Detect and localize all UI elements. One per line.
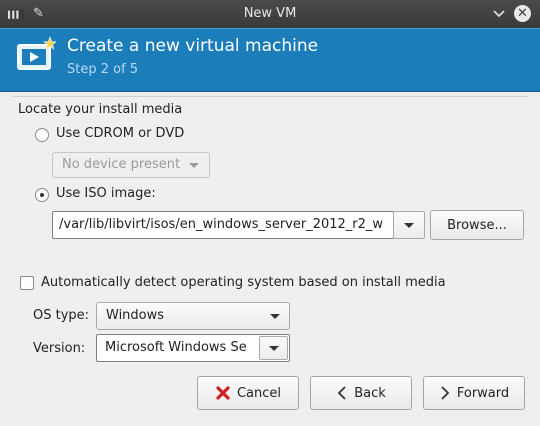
new-vm-window: ▌▌▌ ✎ New VM ✕ Create a new virtual mach… bbox=[0, 0, 540, 426]
forward-label: Forward bbox=[456, 385, 510, 401]
wizard-step: Step 2 of 5 bbox=[67, 62, 139, 77]
close-icon[interactable]: ✕ bbox=[514, 5, 531, 22]
cdrom-device-select[interactable]: No device present bbox=[52, 152, 210, 178]
iso-path-input[interactable]: /var/lib/libvirt/isos/en_windows_server_… bbox=[52, 211, 394, 239]
iso-radio[interactable] bbox=[35, 188, 49, 202]
titlebar[interactable]: ▌▌▌ ✎ New VM ✕ bbox=[0, 0, 540, 28]
os-type-label: OS type: bbox=[33, 308, 90, 323]
cdrom-device-value: No device present bbox=[62, 157, 181, 172]
chevron-down-icon bbox=[404, 223, 414, 228]
chevron-down-icon bbox=[270, 314, 280, 319]
auto-detect-checkbox[interactable] bbox=[20, 276, 34, 290]
header-separator bbox=[12, 96, 528, 97]
forward-button[interactable]: Forward bbox=[423, 376, 525, 410]
iso-history-dropdown[interactable] bbox=[393, 211, 425, 239]
wizard-title: Create a new virtual machine bbox=[67, 36, 319, 56]
browse-label: Browse... bbox=[447, 217, 507, 233]
os-type-value: Windows bbox=[106, 308, 165, 323]
cancel-label: Cancel bbox=[236, 385, 282, 401]
chevron-down-icon bbox=[189, 163, 199, 168]
wizard-header: Create a new virtual machine Step 2 of 5 bbox=[0, 28, 540, 92]
auto-detect-label[interactable]: Automatically detect operating system ba… bbox=[41, 275, 446, 290]
cancel-button[interactable]: Cancel bbox=[197, 376, 299, 410]
cdrom-radio[interactable] bbox=[35, 128, 49, 142]
version-dropdown[interactable] bbox=[259, 336, 288, 360]
iso-label[interactable]: Use ISO image: bbox=[56, 186, 156, 201]
cancel-x-icon bbox=[216, 386, 230, 400]
virtual-machine-icon bbox=[17, 36, 56, 70]
back-button[interactable]: Back bbox=[310, 376, 412, 410]
chevron-left-icon bbox=[337, 386, 346, 400]
window-title: New VM bbox=[243, 6, 297, 21]
version-value: Microsoft Windows Se bbox=[105, 340, 247, 355]
browse-button[interactable]: Browse... bbox=[430, 210, 524, 240]
chevron-down-icon[interactable] bbox=[491, 5, 507, 21]
install-media-heading: Locate your install media bbox=[18, 102, 183, 117]
cdrom-label[interactable]: Use CDROM or DVD bbox=[56, 126, 184, 141]
version-label: Version: bbox=[33, 341, 86, 356]
chevron-down-icon bbox=[269, 346, 279, 351]
os-type-select[interactable]: Windows bbox=[96, 302, 290, 330]
back-label: Back bbox=[354, 385, 386, 401]
chevron-right-icon bbox=[441, 386, 450, 400]
